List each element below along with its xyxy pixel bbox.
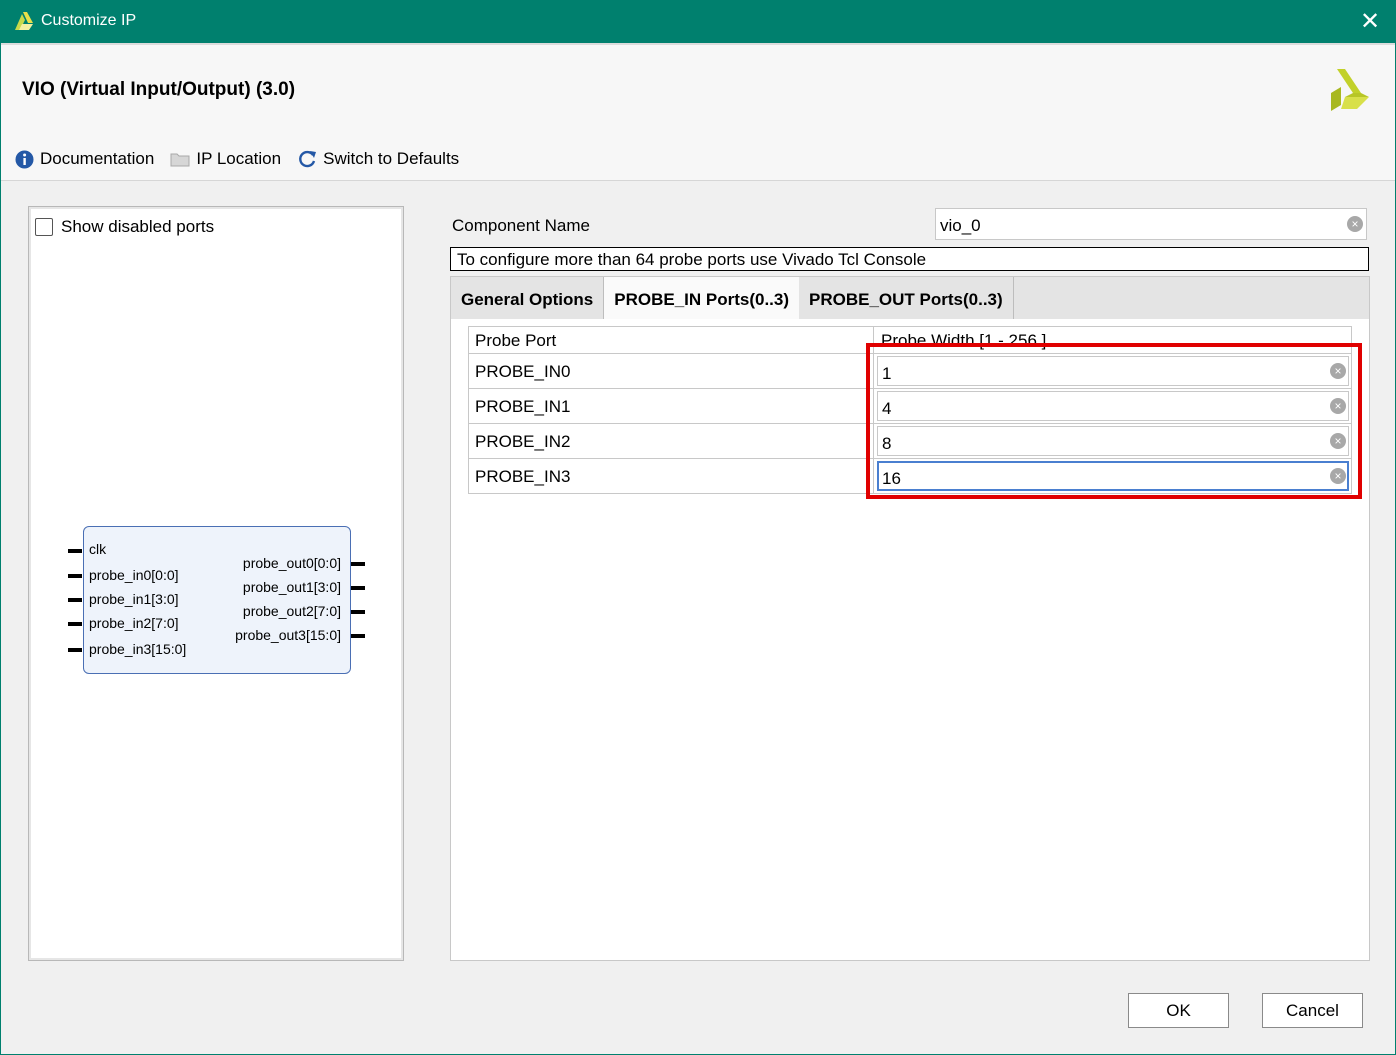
- column-divider: [873, 424, 874, 458]
- pin-probe-in1: [68, 598, 82, 602]
- port-label-probe-in3: probe_in3[15:0]: [89, 641, 187, 657]
- port-label-probe-out2: probe_out2[7:0]: [242, 603, 341, 619]
- ip-location-label: IP Location: [196, 149, 282, 168]
- table-header-row: Probe Port Probe Width [1 - 256 ]: [468, 326, 1352, 354]
- switch-to-defaults-label: Switch to Defaults: [323, 149, 460, 168]
- pin-probe-out2: [351, 610, 365, 614]
- tab-strip: General Options PROBE_IN Ports(0..3) PRO…: [451, 277, 1369, 319]
- show-disabled-ports-label: Show disabled ports: [61, 217, 215, 236]
- cancel-button[interactable]: Cancel: [1262, 993, 1363, 1028]
- column-divider: [873, 459, 874, 493]
- close-button[interactable]: ✕: [1355, 7, 1385, 37]
- ip-header: VIO (Virtual Input/Output) (3.0) Documen…: [1, 43, 1395, 181]
- folder-icon: [170, 153, 190, 167]
- toolbar: Documentation IP Location Switch to Defa…: [15, 147, 475, 171]
- tab-container: General Options PROBE_IN Ports(0..3) PRO…: [450, 276, 1370, 961]
- configuration-panel: Component Name vio_0 × To configure more…: [450, 206, 1370, 961]
- probe-width-input[interactable]: 16: [877, 461, 1349, 491]
- probe-in-tab-body: Probe Port Probe Width [1 - 256 ] PROBE_…: [451, 319, 1369, 960]
- table-row: PROBE_IN0 1 ×: [468, 354, 1352, 389]
- title-bar: Customize IP ✕: [1, 1, 1395, 43]
- pin-probe-in3: [68, 648, 82, 652]
- probe-width-input[interactable]: 4: [877, 391, 1349, 421]
- pin-probe-out3: [351, 634, 365, 638]
- header-probe-port: Probe Port: [475, 331, 557, 350]
- component-name-input[interactable]: vio_0: [935, 208, 1367, 240]
- probe-width-input[interactable]: 1: [877, 356, 1349, 386]
- clear-icon[interactable]: ×: [1330, 468, 1346, 484]
- column-divider: [873, 354, 874, 388]
- probe-port-name: PROBE_IN1: [475, 397, 571, 416]
- port-label-clk: clk: [89, 541, 107, 557]
- port-label-probe-in0: probe_in0[0:0]: [89, 567, 179, 583]
- window-title: Customize IP: [41, 12, 137, 29]
- table-row: PROBE_IN2 8 ×: [468, 424, 1352, 459]
- show-disabled-ports-checkbox[interactable]: Show disabled ports: [35, 217, 214, 237]
- clear-icon[interactable]: ×: [1347, 216, 1363, 232]
- port-label-probe-out1: probe_out1[3:0]: [242, 579, 341, 595]
- table-row: PROBE_IN3 16 ×: [468, 459, 1352, 494]
- port-label-probe-in1: probe_in1[3:0]: [89, 591, 179, 607]
- table-row: PROBE_IN1 4 ×: [468, 389, 1352, 424]
- refresh-icon: [299, 150, 317, 168]
- component-name-label: Component Name: [452, 216, 590, 235]
- tab-general-options[interactable]: General Options: [451, 277, 605, 319]
- ok-button[interactable]: OK: [1128, 993, 1229, 1028]
- ip-symbol-panel: Show disabled ports clk probe_in0[0:0] p…: [28, 206, 404, 961]
- tab-probe-in-ports[interactable]: PROBE_IN Ports(0..3): [604, 277, 800, 319]
- pin-probe-out0: [351, 562, 365, 566]
- probe-width-input[interactable]: 8: [877, 426, 1349, 456]
- documentation-label: Documentation: [40, 149, 155, 168]
- ip-location-button[interactable]: IP Location: [170, 149, 281, 169]
- pin-clk: [68, 549, 82, 553]
- port-label-probe-in2: probe_in2[7:0]: [89, 615, 179, 631]
- xilinx-logo-icon: [1331, 69, 1369, 111]
- info-icon: [15, 150, 34, 168]
- probe-port-name: PROBE_IN0: [475, 362, 571, 381]
- pin-probe-out1: [351, 586, 365, 590]
- documentation-button[interactable]: Documentation: [15, 149, 154, 169]
- pin-probe-in0: [68, 574, 82, 578]
- pin-probe-in2: [68, 622, 82, 626]
- ip-title: VIO (Virtual Input/Output) (3.0): [22, 79, 296, 100]
- clear-icon[interactable]: ×: [1330, 398, 1346, 414]
- switch-to-defaults-button[interactable]: Switch to Defaults: [297, 149, 459, 169]
- tcl-info-message: To configure more than 64 probe ports us…: [450, 247, 1369, 271]
- port-label-probe-out3: probe_out3[15:0]: [235, 627, 341, 643]
- probe-port-name: PROBE_IN2: [475, 432, 571, 451]
- probe-port-name: PROBE_IN3: [475, 467, 571, 486]
- clear-icon[interactable]: ×: [1330, 363, 1346, 379]
- column-divider: [873, 327, 874, 353]
- tab-probe-out-ports[interactable]: PROBE_OUT Ports(0..3): [799, 277, 1014, 319]
- header-probe-width: Probe Width [1 - 256 ]: [881, 331, 1047, 350]
- column-divider: [873, 389, 874, 423]
- vivado-app-icon: [15, 12, 33, 30]
- checkbox-box[interactable]: [35, 218, 53, 236]
- customize-ip-dialog: Customize IP ✕ VIO (Virtual Input/Output…: [0, 0, 1396, 1055]
- port-label-probe-out0: probe_out0[0:0]: [242, 555, 341, 571]
- clear-icon[interactable]: ×: [1330, 433, 1346, 449]
